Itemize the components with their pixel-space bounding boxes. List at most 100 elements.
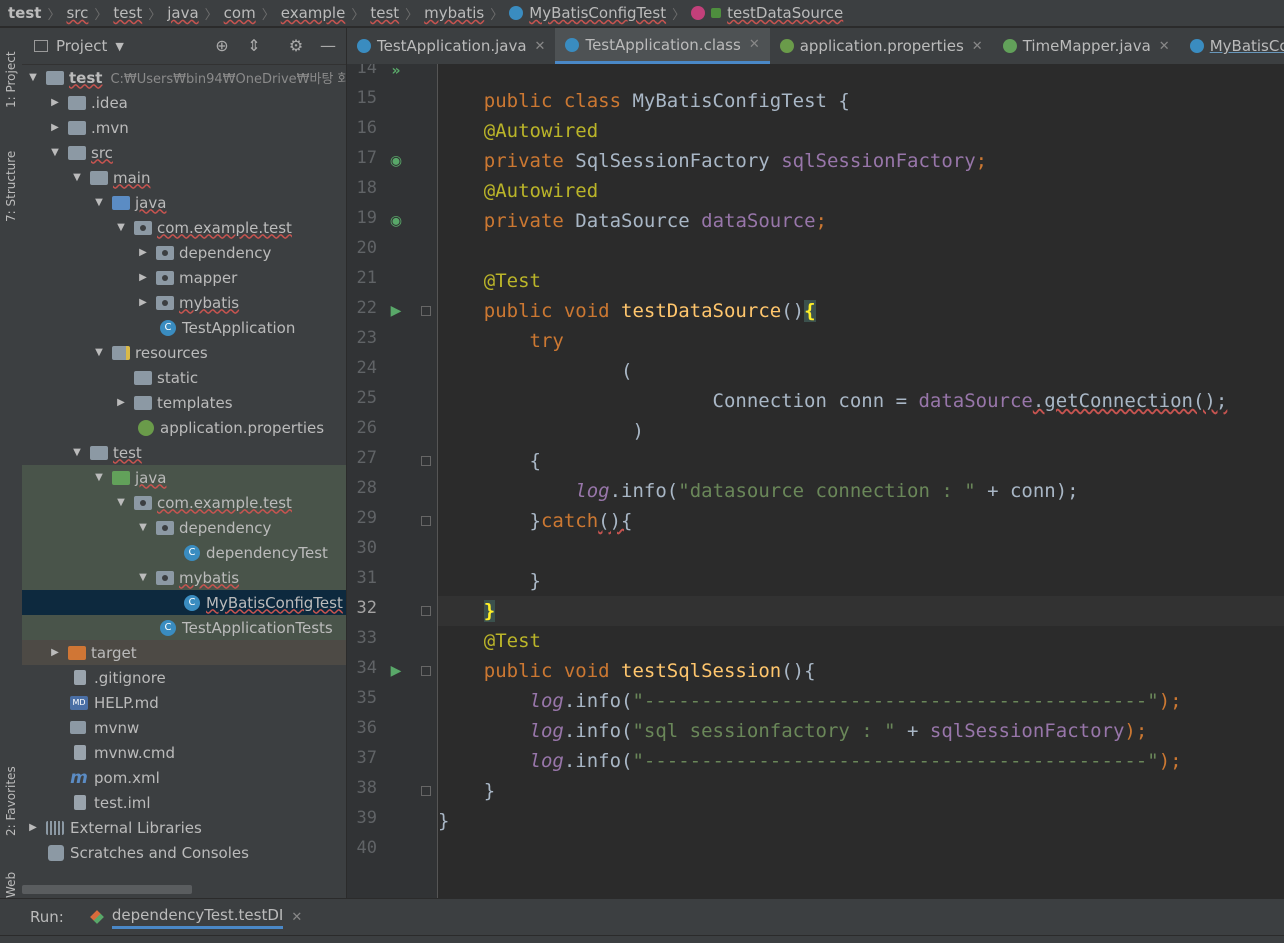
tree-node-scratches[interactable]: Scratches and Consoles bbox=[22, 840, 346, 865]
gear-icon[interactable]: ⚙ bbox=[286, 36, 306, 56]
close-icon[interactable]: ✕ bbox=[535, 39, 546, 54]
code-editor[interactable]: 14 15 16 17 18 19 20 21 22 23 24 25 26 2… bbox=[347, 64, 1284, 898]
fold-marker-icon[interactable] bbox=[421, 456, 431, 466]
breadcrumb-item[interactable]: test bbox=[8, 4, 41, 22]
code-line[interactable]: ) bbox=[438, 416, 1284, 446]
breadcrumb-item[interactable]: src bbox=[66, 4, 88, 22]
run-test-icon[interactable]: ▶ bbox=[387, 302, 405, 320]
tree-node-main-java[interactable]: ▼ java bbox=[22, 190, 346, 215]
run-tab[interactable]: dependencyTest.testDI bbox=[111, 906, 284, 929]
expand-arrow-icon[interactable]: ▼ bbox=[136, 572, 150, 583]
code-line[interactable]: }catch(){ bbox=[438, 506, 1284, 536]
tree-node-test-application[interactable]: C TestApplication bbox=[22, 315, 346, 340]
tree-node-app-props[interactable]: application.properties bbox=[22, 415, 346, 440]
code-line[interactable]: ( bbox=[438, 356, 1284, 386]
code-line[interactable]: try bbox=[438, 326, 1284, 356]
structure-tool-tab[interactable]: 7: Structure bbox=[1, 140, 21, 232]
tab-test-application-class[interactable]: TestApplication.class ✕ bbox=[555, 28, 770, 64]
tree-node-test-dependency[interactable]: ▼ dependency bbox=[22, 515, 346, 540]
code-line[interactable]: } bbox=[438, 806, 1284, 836]
breadcrumb-item[interactable]: example bbox=[281, 4, 346, 22]
expand-arrow-icon[interactable]: ▼ bbox=[114, 222, 128, 233]
tree-node-mapper[interactable]: ▶ mapper bbox=[22, 265, 346, 290]
code-line[interactable]: log.info("------------------------------… bbox=[438, 746, 1284, 776]
fold-marker-icon[interactable] bbox=[421, 606, 431, 616]
tree-node-dependency-test[interactable]: C dependencyTest bbox=[22, 540, 346, 565]
fold-marker-icon[interactable] bbox=[421, 786, 431, 796]
collapse-arrow-icon[interactable]: ▶ bbox=[48, 647, 62, 658]
tree-node-static[interactable]: static bbox=[22, 365, 346, 390]
tree-node-mvnw-cmd[interactable]: mvnw.cmd bbox=[22, 740, 346, 765]
tree-node-mvn[interactable]: ▶ .mvn bbox=[22, 115, 346, 140]
breadcrumb-item[interactable]: com bbox=[224, 4, 256, 22]
bean-navigation-icon[interactable]: ◉ bbox=[387, 152, 405, 170]
expand-arrow-icon[interactable]: ▼ bbox=[48, 147, 62, 158]
expand-arrow-icon[interactable]: ▼ bbox=[92, 347, 106, 358]
tree-node-main-pkg[interactable]: ▼ com.example.test bbox=[22, 215, 346, 240]
code-line[interactable]: log.info("------------------------------… bbox=[438, 686, 1284, 716]
expand-arrow-icon[interactable]: ▼ bbox=[26, 72, 40, 83]
locate-icon[interactable]: ⊕ bbox=[212, 36, 232, 56]
code-line[interactable]: } bbox=[438, 566, 1284, 596]
collapse-arrow-icon[interactable]: ▶ bbox=[26, 822, 40, 833]
run-tests-icon[interactable]: » bbox=[387, 64, 405, 80]
code-line[interactable]: @Autowired bbox=[438, 176, 1284, 206]
tree-node-idea[interactable]: ▶ .idea bbox=[22, 90, 346, 115]
code-line[interactable]: @Test bbox=[438, 266, 1284, 296]
tab-time-mapper-java[interactable]: TimeMapper.java ✕ bbox=[993, 28, 1180, 64]
breadcrumb-item[interactable]: test bbox=[370, 4, 399, 22]
tab-application-properties[interactable]: application.properties ✕ bbox=[770, 28, 993, 64]
code-line[interactable]: private DataSource dataSource; bbox=[438, 206, 1284, 236]
tree-node-gitignore[interactable]: .gitignore bbox=[22, 665, 346, 690]
expand-arrow-icon[interactable]: ▼ bbox=[92, 197, 106, 208]
collapse-arrow-icon[interactable]: ▶ bbox=[48, 122, 62, 133]
minimize-icon[interactable]: — bbox=[318, 36, 338, 56]
code-line[interactable]: @Autowired bbox=[438, 116, 1284, 146]
tree-node-test-mybatis[interactable]: ▼ mybatis bbox=[22, 565, 346, 590]
bean-navigation-icon[interactable]: ◉ bbox=[387, 212, 405, 230]
expand-arrow-icon[interactable]: ▼ bbox=[70, 447, 84, 458]
fold-marker-icon[interactable] bbox=[421, 516, 431, 526]
tree-node-external-libraries[interactable]: ▶ External Libraries bbox=[22, 815, 346, 840]
collapse-arrow-icon[interactable]: ▶ bbox=[136, 297, 150, 308]
tab-test-application-java[interactable]: TestApplication.java ✕ bbox=[347, 28, 555, 64]
code-line[interactable]: log.info("sql sessionfactory : " + sqlSe… bbox=[438, 716, 1284, 746]
breadcrumb-item[interactable]: java bbox=[167, 4, 198, 22]
expand-arrow-icon[interactable]: ▼ bbox=[136, 522, 150, 533]
chevron-down-icon[interactable]: ▼ bbox=[115, 40, 123, 53]
code-line[interactable]: @Test bbox=[438, 626, 1284, 656]
tree-node-test-java[interactable]: ▼ java bbox=[22, 465, 346, 490]
breadcrumb-item[interactable]: test bbox=[113, 4, 142, 22]
close-icon[interactable]: ✕ bbox=[291, 910, 302, 925]
breadcrumb-item[interactable]: testDataSource bbox=[727, 4, 843, 22]
close-icon[interactable]: ✕ bbox=[749, 37, 760, 52]
tab-mybatis-config[interactable]: MyBatisConfig.ja bbox=[1180, 28, 1284, 64]
code-line[interactable]: public class MyBatisConfigTest { bbox=[438, 64, 1284, 112]
tree-node-mybatis-config-test[interactable]: C MyBatisConfigTest bbox=[22, 590, 346, 615]
tree-node-root[interactable]: ▼ test C:₩Users₩bin94₩OneDrive₩바탕 화 bbox=[22, 65, 346, 90]
tree-node-target[interactable]: ▶ target bbox=[22, 640, 346, 665]
code-line[interactable]: public void testSqlSession(){ bbox=[438, 656, 1284, 686]
tree-node-test-iml[interactable]: test.iml bbox=[22, 790, 346, 815]
collapse-arrow-icon[interactable]: ▶ bbox=[114, 397, 128, 408]
tree-node-templates[interactable]: ▶ templates bbox=[22, 390, 346, 415]
close-icon[interactable]: ✕ bbox=[972, 39, 983, 54]
tree-node-src[interactable]: ▼ src bbox=[22, 140, 346, 165]
code-line[interactable]: public void testDataSource(){ bbox=[438, 296, 1284, 326]
code-line[interactable]: log.info("datasource connection : " + co… bbox=[438, 476, 1284, 506]
tree-node-test[interactable]: ▼ test bbox=[22, 440, 346, 465]
expand-arrow-icon[interactable]: ▼ bbox=[70, 172, 84, 183]
expand-arrow-icon[interactable]: ▼ bbox=[92, 472, 106, 483]
tree-node-mybatis[interactable]: ▶ mybatis bbox=[22, 290, 346, 315]
tree-node-help[interactable]: MD HELP.md bbox=[22, 690, 346, 715]
breadcrumb-item[interactable]: MyBatisConfigTest bbox=[529, 4, 666, 22]
code-line[interactable]: private SqlSessionFactory sqlSessionFact… bbox=[438, 146, 1284, 176]
tree-node-dependency[interactable]: ▶ dependency bbox=[22, 240, 346, 265]
collapse-arrow-icon[interactable]: ▶ bbox=[48, 97, 62, 108]
fold-marker-icon[interactable] bbox=[421, 306, 431, 316]
favorites-tool-tab[interactable]: 2: Favorites bbox=[1, 756, 21, 846]
close-icon[interactable]: ✕ bbox=[1159, 39, 1170, 54]
web-tool-tab[interactable]: Web bbox=[1, 870, 21, 900]
collapse-all-icon[interactable]: ⇕ bbox=[244, 36, 264, 56]
project-panel-scrollbar[interactable] bbox=[22, 885, 192, 894]
